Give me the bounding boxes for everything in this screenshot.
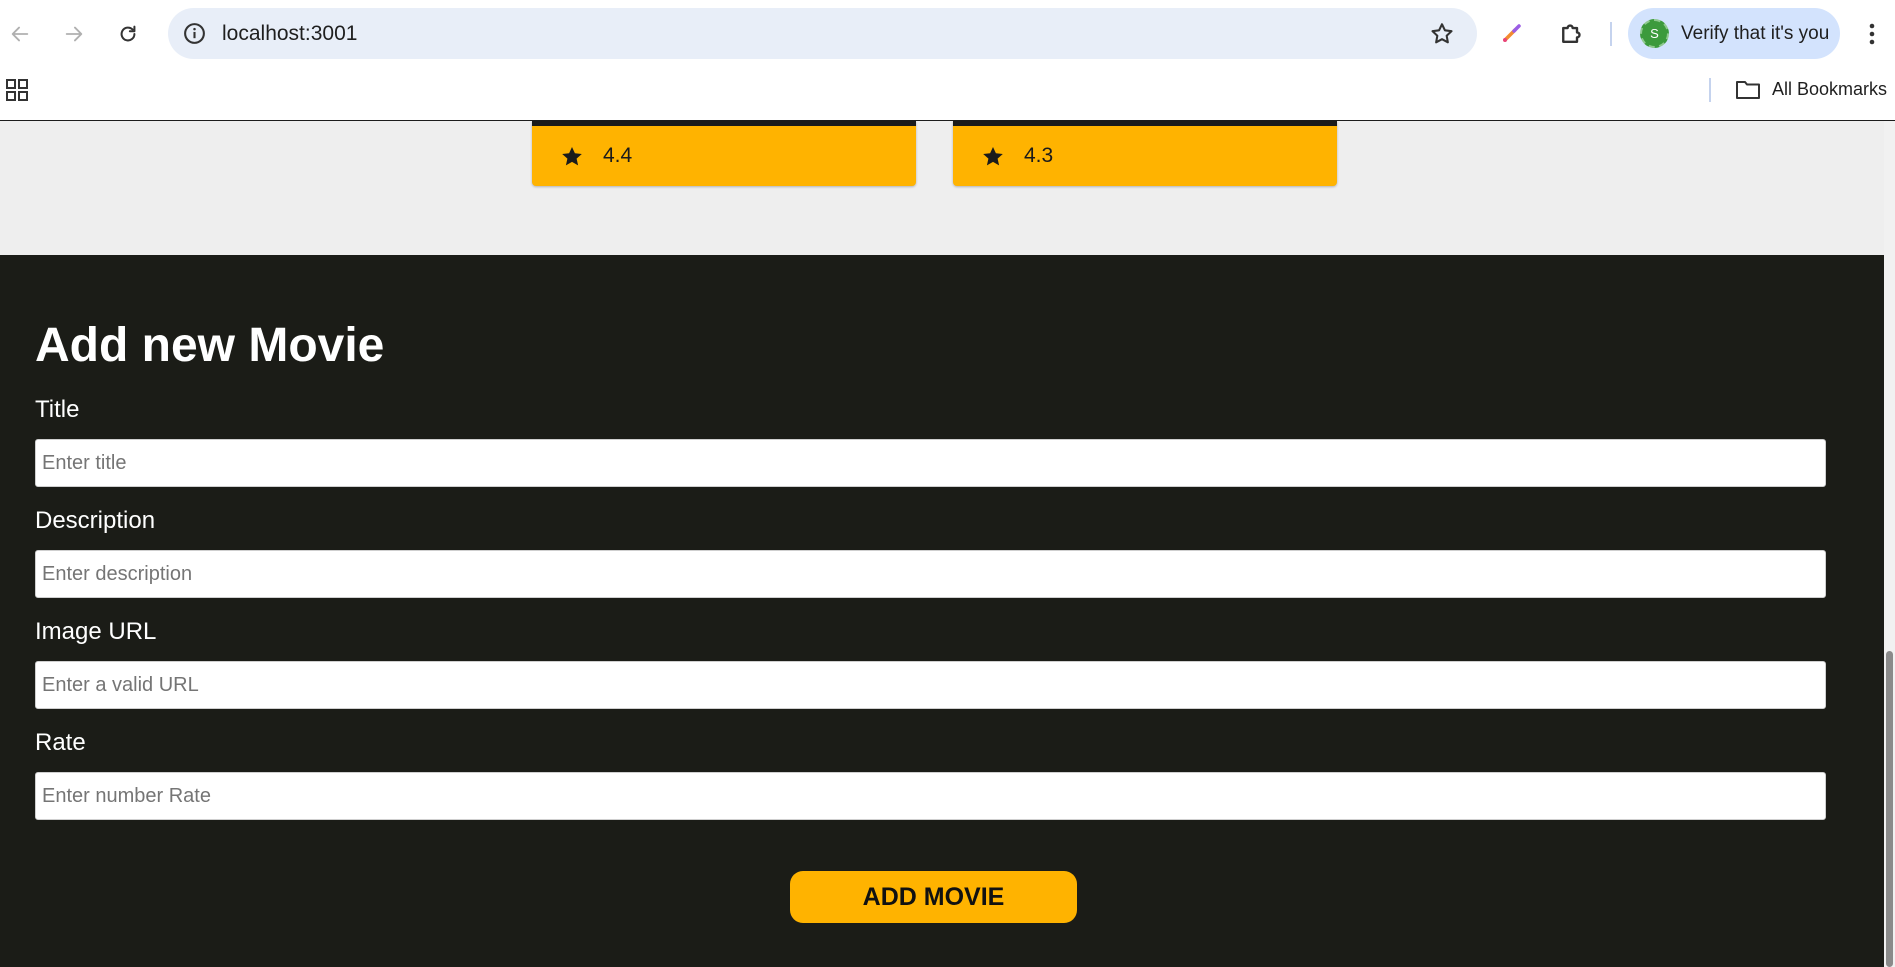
movie-card-rating-bar: 4.4 <box>532 121 916 186</box>
rate-label: Rate <box>35 729 86 756</box>
address-bar[interactable]: localhost:3001 <box>168 8 1477 59</box>
color-picker-extension-icon[interactable] <box>1497 18 1527 48</box>
movie-card-rating-bar: 4.3 <box>953 121 1337 186</box>
page-scrollbar[interactable] <box>1884 121 1895 967</box>
bookmark-star-icon[interactable] <box>1429 21 1455 47</box>
form-title: Add new Movie <box>35 319 385 372</box>
browser-toolbar: localhost:3001 S Verify that it's you Al… <box>0 0 1895 121</box>
folder-icon[interactable] <box>1735 78 1761 100</box>
profile-verify-chip[interactable]: S Verify that it's you <box>1628 8 1840 59</box>
profile-chip-label: Verify that it's you <box>1681 23 1830 44</box>
extensions-puzzle-icon[interactable] <box>1557 18 1587 48</box>
more-menu-icon[interactable] <box>1860 20 1884 48</box>
movie-rating: 4.4 <box>603 144 633 167</box>
scrollbar-thumb[interactable] <box>1886 651 1893 967</box>
image-url-label: Image URL <box>35 618 157 645</box>
add-movie-form: Add new Movie Title Description Image UR… <box>0 255 1884 967</box>
toolbar-divider <box>1610 22 1612 46</box>
description-label: Description <box>35 507 156 534</box>
back-arrow-icon <box>11 26 29 42</box>
reload-button[interactable] <box>111 17 145 51</box>
title-input[interactable] <box>35 439 1826 487</box>
back-button[interactable] <box>3 17 37 51</box>
profile-avatar: S <box>1640 19 1669 48</box>
apps-grid-icon[interactable] <box>6 79 28 101</box>
forward-button[interactable] <box>57 17 91 51</box>
forward-arrow-icon <box>65 26 83 42</box>
add-movie-button[interactable]: ADD MOVIE <box>790 871 1077 923</box>
movie-rating: 4.3 <box>1024 144 1054 167</box>
star-icon <box>983 147 1003 166</box>
rate-input[interactable] <box>35 772 1826 820</box>
url-text[interactable]: localhost:3001 <box>222 8 357 59</box>
reload-icon <box>120 25 136 42</box>
title-label: Title <box>35 396 80 423</box>
all-bookmarks-link[interactable]: All Bookmarks <box>1772 77 1887 101</box>
movie-list-section: 4.4 4.3 <box>0 121 1884 255</box>
star-icon <box>562 147 582 166</box>
site-info-icon[interactable] <box>182 21 207 46</box>
description-input[interactable] <box>35 550 1826 598</box>
bookmarks-divider <box>1709 78 1711 102</box>
page-viewport: 4.4 4.3 Add new Movie Title Description … <box>0 121 1884 967</box>
image-url-input[interactable] <box>35 661 1826 709</box>
